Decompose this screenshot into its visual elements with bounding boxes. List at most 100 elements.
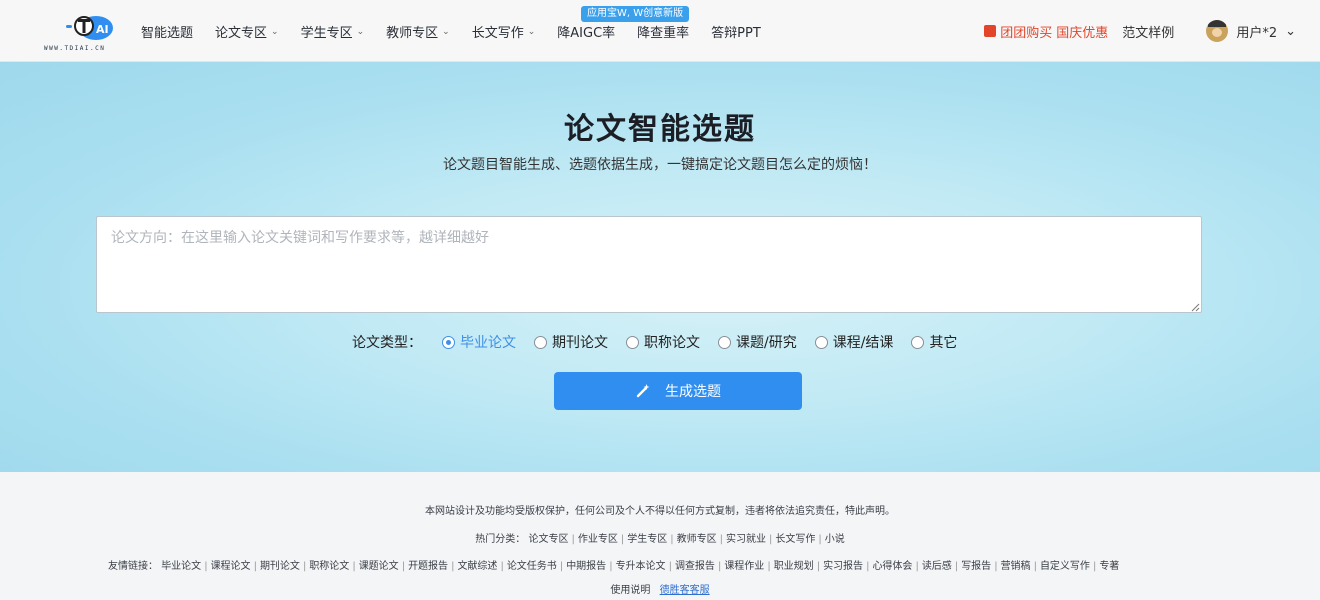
chevron-down-icon: ⌄ xyxy=(527,26,536,37)
radio-dot xyxy=(534,335,547,349)
friend-links-label: 友情链接： xyxy=(108,561,158,572)
friend-link[interactable]: 调查报告 xyxy=(675,561,715,572)
friend-link[interactable]: 专升本论文 xyxy=(616,561,666,572)
chevron-down-icon: ⌄ xyxy=(442,26,450,37)
friend-link[interactable]: 职称论文 xyxy=(309,561,349,572)
nav-item-reduce-aigc[interactable]: 降AIGC率 xyxy=(557,22,615,41)
nav-item-long-writing[interactable]: 长文写作 ⌄ xyxy=(472,22,536,41)
separator: | xyxy=(500,561,504,572)
promo-badge[interactable]: 应用宝W, W创意新版 xyxy=(581,6,690,22)
group-buy-label: 团团购买 xyxy=(1000,25,1053,41)
friend-link[interactable]: 营销稿 xyxy=(1001,561,1031,572)
group-buy-link[interactable]: 团团购买 国庆优惠 xyxy=(984,22,1108,41)
friend-link[interactable]: 写报告 xyxy=(961,561,991,572)
magic-wand-icon xyxy=(636,384,650,398)
radio-dot xyxy=(442,335,455,349)
nav-label: 学生专区 xyxy=(300,26,353,41)
friend-link[interactable]: 期刊论文 xyxy=(260,561,300,572)
user-name: 用户*2 xyxy=(1236,25,1278,41)
friend-link[interactable]: 实习报告 xyxy=(823,561,863,572)
friend-link[interactable]: 自定义写作 xyxy=(1040,561,1090,572)
separator: | xyxy=(559,561,564,572)
hot-category-link[interactable]: 实习就业 xyxy=(726,534,766,545)
nav-item-student[interactable]: 学生专区 ⌄ xyxy=(301,22,365,41)
separator: | xyxy=(571,534,575,545)
friend-link[interactable]: 课程作业 xyxy=(724,561,764,572)
friend-link[interactable]: 课题论文 xyxy=(359,561,399,572)
thesis-direction-input[interactable] xyxy=(96,216,1202,313)
friend-link[interactable]: 中期报告 xyxy=(566,561,606,572)
page-title: 论文智能选题 xyxy=(564,112,756,147)
thesis-type-label: 论文类型： xyxy=(352,335,422,351)
hot-category-link[interactable]: 作业专区 xyxy=(578,534,618,545)
separator: | xyxy=(451,561,455,572)
nav-label: 降查重率 xyxy=(637,26,690,41)
radio-title-paper[interactable]: 职称论文 xyxy=(626,332,700,352)
hot-category-link[interactable]: 教师专区 xyxy=(677,534,717,545)
nav-item-defense-ppt[interactable]: 答辩PPT xyxy=(711,22,761,41)
separator: | xyxy=(719,534,723,545)
user-menu[interactable]: 用户*2 ⌄ xyxy=(1206,20,1296,42)
friend-link[interactable]: 课程论文 xyxy=(211,561,251,572)
gift-icon xyxy=(984,25,997,37)
generate-topic-button[interactable]: 生成选题 xyxy=(554,372,802,410)
friend-link[interactable]: 专著 xyxy=(1099,561,1119,572)
samples-link[interactable]: 范文样例 xyxy=(1122,22,1174,41)
radio-dot xyxy=(626,335,639,349)
separator: | xyxy=(253,561,257,572)
nav-item-reduce-plagiarism[interactable]: 降查重率 xyxy=(637,22,689,41)
radio-research-project[interactable]: 课题/研究 xyxy=(718,332,797,352)
separator: | xyxy=(994,561,998,572)
radio-graduation-thesis[interactable]: 毕业论文 xyxy=(442,332,516,352)
generate-button-label: 生成选题 xyxy=(665,384,721,400)
radio-other[interactable]: 其它 xyxy=(911,332,957,352)
separator: | xyxy=(1033,561,1037,572)
hot-category-link[interactable]: 长文写作 xyxy=(775,534,815,545)
hot-category-list: 论文专区 | 作业专区 | 学生专区 | 教师专区 | 实习就业 | 长文写作 | 小说 xyxy=(528,534,844,545)
radio-course-paper[interactable]: 课程/结课 xyxy=(814,332,893,352)
nav-label: 论文专区 xyxy=(215,26,268,41)
hot-categories-label: 热门分类： xyxy=(475,534,526,545)
logo-badge-icon: AI xyxy=(66,16,113,40)
hot-category-link[interactable]: 小说 xyxy=(825,534,845,545)
separator: | xyxy=(609,561,613,572)
friend-link[interactable]: 职业规划 xyxy=(774,561,814,572)
separator: | xyxy=(352,561,356,572)
friend-link[interactable]: 心得体会 xyxy=(872,561,912,572)
friend-links: 友情链接： 毕业论文 | 课程论文 | 期刊论文 | 职称论文 | 课题论文 | 开题报告 | 文献综述… xyxy=(108,557,1258,572)
nav-item-teacher[interactable]: 教师专区 ⌄ xyxy=(386,22,450,41)
separator: | xyxy=(668,561,672,572)
separator: | xyxy=(915,561,919,572)
usage-guide-link[interactable]: 使用说明 xyxy=(610,585,650,596)
holiday-discount-label: 国庆优惠 xyxy=(1056,25,1109,41)
page-subtitle: 论文题目智能生成、选题依据生成，一键搞定论文题目怎么定的烦恼！ xyxy=(443,157,877,173)
separator: | xyxy=(717,561,722,572)
radio-journal-paper[interactable]: 期刊论文 xyxy=(534,332,608,352)
radio-label: 期刊论文 xyxy=(552,335,608,351)
separator: | xyxy=(302,561,307,572)
contact-support-link[interactable]: 德胜客客服 xyxy=(660,585,710,596)
friend-link[interactable]: 读后感 xyxy=(922,561,952,572)
separator: | xyxy=(204,561,208,572)
friend-link[interactable]: 论文任务书 xyxy=(507,561,557,572)
header-right: 团团购买 国庆优惠 范文样例 用户*2 ⌄ xyxy=(984,20,1296,42)
friend-link[interactable]: 文献综述 xyxy=(457,561,497,572)
radio-label: 其它 xyxy=(929,335,958,351)
friend-link[interactable]: 开题报告 xyxy=(408,561,448,572)
nav-label: 教师专区 xyxy=(386,26,439,41)
logo-domain-text: WWW.TDIAI.CN xyxy=(44,45,106,52)
separator: | xyxy=(818,534,822,545)
hot-category-link[interactable]: 学生专区 xyxy=(627,534,667,545)
friend-link[interactable]: 毕业论文 xyxy=(161,561,201,572)
hot-category-link[interactable]: 论文专区 xyxy=(528,534,568,545)
main-nav: 智能选题 论文专区 ⌄ 学生专区 ⌄ 教师专区 ⌄ 长文写作 ⌄ 降AIGC率 降查重率… xyxy=(141,22,761,41)
radio-dot xyxy=(911,335,925,349)
nav-item-smart-topic[interactable]: 智能选题 xyxy=(141,22,193,41)
nav-item-thesis[interactable]: 论文专区 ⌄ xyxy=(215,22,279,41)
chevron-down-icon: ⌄ xyxy=(356,26,365,37)
resize-handle-icon[interactable] xyxy=(1190,302,1200,312)
site-logo[interactable]: AI WWW.TDIAI.CN xyxy=(44,10,118,54)
radio-label: 职称论文 xyxy=(644,335,700,351)
radio-label: 课题/研究 xyxy=(736,335,797,351)
radio-label: 毕业论文 xyxy=(460,335,516,351)
